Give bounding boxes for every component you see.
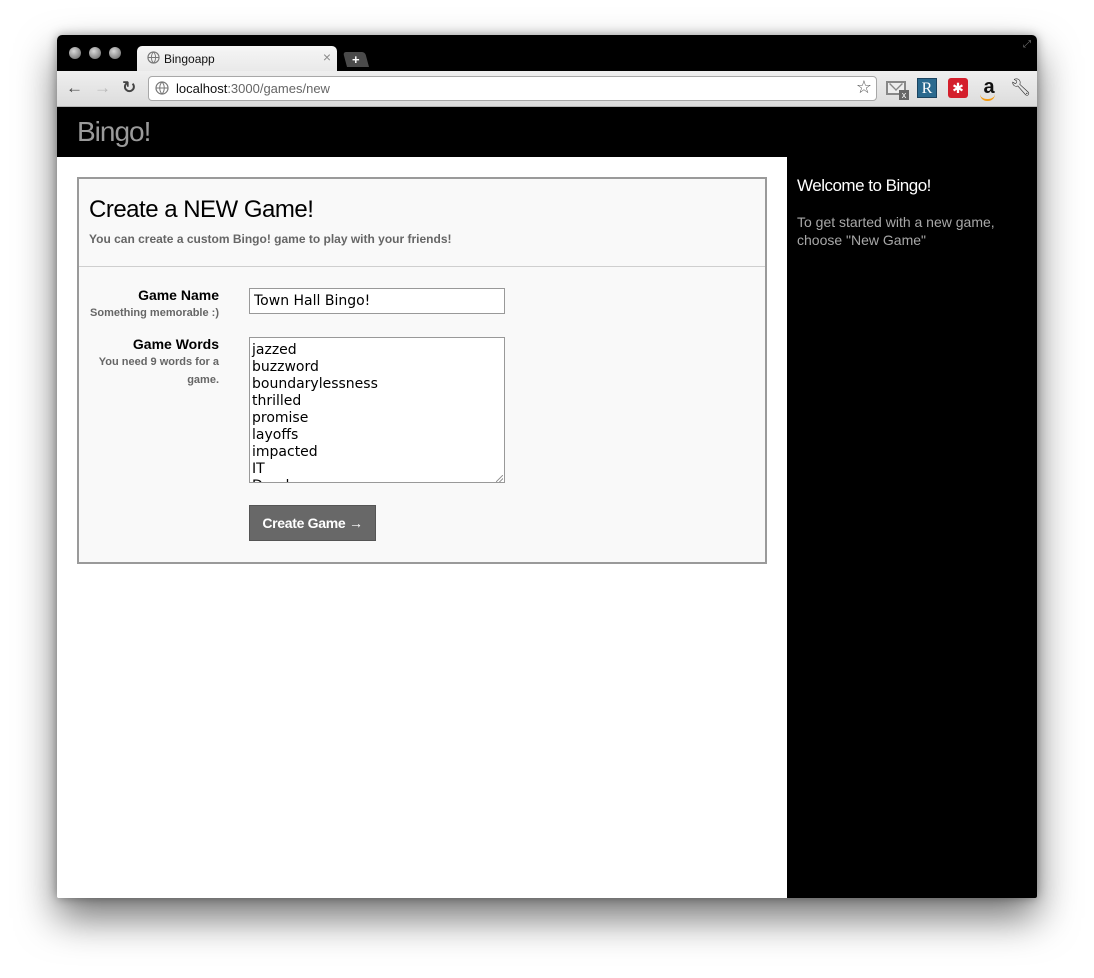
globe-icon [155,81,169,95]
sidebar-text: To get started with a new game, choose "… [797,214,995,248]
amazon-smile-icon [980,94,995,101]
game-word-line: IT [252,461,265,477]
address-bar[interactable]: localhost:3000/games/new ☆ [148,76,877,101]
panel-header: Create a NEW Game! You can create a cust… [79,179,765,267]
game-words-hint: You need 9 words for a game. [98,356,219,386]
tab-strip: Bingoapp × + ⤢ [57,35,1037,71]
game-word-line: layoffs [252,427,299,443]
brand-logo[interactable]: Bingo! [77,116,151,148]
game-word-line: impacted [252,444,318,460]
page-viewport: Bingo! Create a NEW Game! You can create… [57,107,1037,898]
close-window-button[interactable] [69,47,81,59]
mail-badge: x [899,90,909,100]
game-word-line: Dundee [252,478,502,482]
game-word-line: jazzed [252,342,297,358]
plus-icon: + [352,52,360,67]
game-name-hint: Something memorable :) [90,307,219,319]
game-words-textarea[interactable]: jazzed buzzword boundarylessness thrilled pr… [249,337,505,483]
sidebar: Welcome to Bingo! To get started with a … [787,157,1037,898]
new-tab-button[interactable]: + [342,52,370,67]
reload-icon[interactable]: ↻ [122,79,136,97]
fullscreen-icon[interactable]: ⤢ [1023,39,1031,50]
wrench-icon[interactable]: 🔧︎ [1010,78,1032,98]
game-word-line: promise [252,410,309,426]
url-text[interactable]: localhost:3000/games/new [176,81,330,96]
r-extension-icon[interactable]: R [917,78,937,98]
game-word-line: buzzword [252,359,319,375]
forward-icon[interactable]: → [94,79,111,97]
site-header: Bingo! [57,107,1037,157]
zoom-window-button[interactable] [109,47,121,59]
game-name-input[interactable] [249,288,505,314]
page-subtitle: You can create a custom Bingo! game to p… [89,232,452,246]
create-game-button[interactable]: Create Game → [249,505,376,541]
minimize-window-button[interactable] [89,47,101,59]
game-name-label: Game Name [138,287,219,303]
game-word-line: boundarylessness [252,376,378,392]
sidebar-title: Welcome to Bingo! [797,176,931,195]
game-word-line: thrilled [252,393,302,409]
url-host: localhost [176,81,228,96]
game-words-label: Game Words [132,336,219,352]
browser-toolbar: ← → ↻ localhost:3000/games/new ☆ x R ✱ a… [57,71,1037,107]
tab-bingoapp[interactable]: Bingoapp × [137,46,337,71]
lastpass-icon[interactable]: ✱ [948,78,968,98]
back-icon[interactable]: ← [66,79,83,97]
tab-title: Bingoapp [164,52,215,66]
browser-window: Bingoapp × + ⤢ ← → ↻ localhost:3000/game… [57,35,1037,898]
page-title: Create a NEW Game! [89,196,314,223]
star-icon[interactable]: ☆ [856,77,872,98]
url-path: :3000/games/new [227,81,330,96]
tab-close-icon[interactable]: × [323,49,331,65]
create-game-panel: Create a NEW Game! You can create a cust… [77,177,767,564]
globe-icon [147,51,160,64]
textarea-resize-handle[interactable] [496,475,503,482]
